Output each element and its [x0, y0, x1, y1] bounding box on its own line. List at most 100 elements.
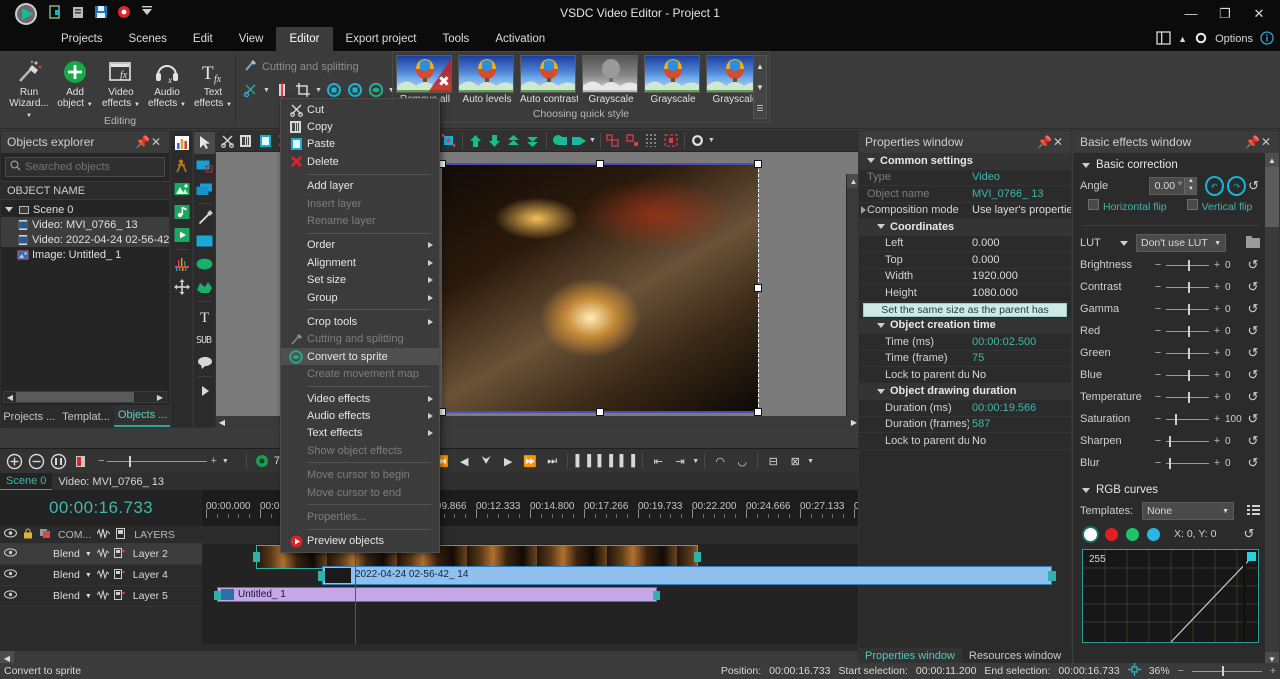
move-map-icon[interactable] [171, 276, 192, 298]
track-props-icon[interactable] [113, 547, 125, 561]
show-markers-icon[interactable] [643, 132, 661, 150]
cut-region-icon[interactable]: ⊟ [763, 451, 783, 471]
property-value[interactable]: Use layer's properties [969, 204, 1071, 216]
chevron-down-icon[interactable]: ▼ [134, 102, 140, 108]
track-row-0[interactable]: Blend ▼ Layer 2 [0, 544, 202, 565]
close-icon[interactable]: ✕ [1051, 135, 1065, 149]
timeline-zoom-slider[interactable]: − + ▼ [98, 455, 229, 467]
track-visibility-icon[interactable] [4, 569, 17, 581]
effect-slider-contrast[interactable]: Contrast − +0 ↺ [1074, 276, 1267, 298]
property-value[interactable]: Video [969, 171, 1071, 183]
copy-icon[interactable] [237, 132, 255, 150]
set-end-selection-icon[interactable]: ⇥ [670, 451, 690, 471]
slider-track[interactable] [1166, 391, 1209, 403]
settings-gear-icon[interactable] [689, 132, 707, 150]
chevron-down-icon[interactable]: ▼ [85, 572, 92, 579]
timeline-clip-1[interactable]: 2022-04-24 02-56-42_ 14 [318, 566, 1056, 585]
tree-node-3[interactable]: Image: Untitled_ 1 [1, 247, 169, 262]
slider-track[interactable] [1166, 303, 1209, 315]
dock-tab-1[interactable]: Templat... [58, 407, 115, 427]
scene-tab-1[interactable]: Video: MVI_0766_ 13 [52, 474, 170, 490]
slider-plus-icon[interactable]: + [1213, 413, 1221, 425]
track-visibility-icon[interactable] [4, 590, 17, 602]
collapse-ribbon-icon[interactable]: ▲ [1178, 34, 1187, 44]
track-audio-icon[interactable] [96, 567, 110, 582]
guides-icon[interactable] [624, 132, 642, 150]
effect-slider-brightness[interactable]: Brightness − +0 ↺ [1074, 254, 1267, 276]
properties-rows[interactable]: Common settings Type Video Object name MVI_0… [859, 153, 1071, 450]
scroll-thumb[interactable] [1265, 167, 1279, 227]
vertical-flip-checkbox[interactable]: Vertical flip [1186, 199, 1252, 213]
object-type-toolbar[interactable] [170, 130, 193, 428]
angle-stepper[interactable]: ▲ ▼ [1184, 178, 1197, 194]
quick-access-toolbar[interactable] [48, 5, 154, 19]
close-icon[interactable]: ✕ [149, 135, 163, 149]
slider-knob[interactable] [1175, 413, 1178, 425]
reset-slider-icon[interactable]: ↺ [1245, 367, 1261, 383]
slider-knob[interactable] [1187, 369, 1190, 381]
split-right-icon[interactable]: ▌▐ [617, 451, 637, 471]
reset-curve-icon[interactable]: ↺ [1241, 526, 1257, 542]
effects-scrollbar[interactable]: ▲ ▼ [1265, 153, 1279, 666]
resize-handle-tc[interactable] [596, 160, 604, 168]
quick-style-thumbnail[interactable] [644, 55, 700, 93]
channel-white-icon[interactable] [1084, 527, 1097, 541]
chevron-down-icon[interactable]: ▼ [85, 551, 92, 558]
dock-tabs[interactable]: Projects ... Templat... Objects ... [1, 405, 172, 427]
menu-item-edit[interactable]: Edit [180, 27, 226, 51]
properties-group-4[interactable]: Coordinates [859, 219, 1071, 236]
ribbon-button-run[interactable]: Run Wizard... ▼ [6, 53, 52, 119]
bring-front-icon[interactable] [467, 132, 485, 150]
ribbon-button-audio[interactable]: x Audio effects ▼ [144, 53, 190, 113]
crop-markers-icon[interactable] [662, 132, 680, 150]
context-menu[interactable]: Cut Copy Paste Delete Add layer Insert layer R… [280, 98, 440, 553]
objects-tree[interactable]: Scene 0 Video: MVI_0766_ 13 Video: 2022-04… [1, 200, 169, 264]
rotate-right-icon[interactable] [346, 81, 364, 99]
scroll-left-icon-preview[interactable]: ◀ [216, 416, 228, 428]
cut-split-icon[interactable] [242, 81, 260, 99]
slider-track[interactable] [1166, 435, 1209, 447]
zoom-out-icon[interactable] [26, 451, 46, 471]
slider-track[interactable] [1166, 325, 1209, 337]
effect-slider-gamma[interactable]: Gamma − +0 ↺ [1074, 298, 1267, 320]
slider-knob[interactable] [1187, 325, 1190, 337]
collapse-arrow-icon[interactable] [1082, 162, 1090, 168]
status-zoom-track[interactable] [1191, 665, 1262, 676]
context-menu-item-delete[interactable]: Delete [281, 153, 439, 170]
rotate-right-icon[interactable]: ↷ [1227, 176, 1247, 196]
fast-forward-icon[interactable]: ⏩ [520, 451, 540, 471]
menu-item-editor[interactable]: Editor [276, 27, 333, 51]
angle-input[interactable]: 0.00 ° ▲ ▼ [1148, 177, 1198, 195]
context-menu-item-alignment[interactable]: Alignment [281, 254, 439, 271]
properties-row-12[interactable]: Time (frame) 75 [859, 351, 1071, 367]
context-menu-item-group[interactable]: Group [281, 289, 439, 306]
scene-tab-0[interactable]: Scene 0 [0, 472, 53, 491]
properties-row-2[interactable]: Object name MVI_0766_ 13 [859, 186, 1071, 203]
reset-slider-icon[interactable]: ↺ [1245, 279, 1261, 295]
context-menu-item-copy[interactable]: Copy [281, 118, 439, 135]
quick-style-grayscale-3[interactable]: Grayscale [582, 55, 640, 105]
context-menu-item-cut[interactable]: Cut [281, 101, 439, 118]
reset-slider-icon[interactable]: ↺ [1245, 389, 1261, 405]
save-project-icon[interactable] [94, 5, 108, 19]
scroll-right-icon[interactable]: ▶ [154, 393, 166, 402]
send-back-icon[interactable] [486, 132, 504, 150]
dock-tab-2[interactable]: Objects ... [114, 405, 172, 427]
reset-slider-icon[interactable]: ↺ [1245, 323, 1261, 339]
window-controls[interactable]: — ❐ ✕ [1174, 0, 1276, 27]
step-back-icon[interactable]: ◀ [454, 451, 474, 471]
reset-angle-icon[interactable]: ↺ [1246, 178, 1261, 194]
split-middle-icon[interactable]: ▌▐ [595, 451, 615, 471]
effect-slider-blue[interactable]: Blue − +0 ↺ [1074, 364, 1267, 386]
submenu-arrow-icon[interactable] [428, 318, 433, 325]
track-blend-label[interactable]: Blend [53, 569, 80, 581]
checkbox-box[interactable] [1186, 199, 1198, 210]
slider-control[interactable]: − + [1154, 347, 1221, 359]
properties-group-10[interactable]: Object creation time [859, 317, 1071, 334]
context-menu-item-add-layer[interactable]: Add layer [281, 178, 439, 195]
slider-plus-icon[interactable]: + [1213, 259, 1221, 271]
chart-bars-icon[interactable] [171, 253, 192, 275]
property-value[interactable]: 1920.000 [969, 270, 1071, 282]
chevron-down-icon[interactable]: ▼ [1214, 240, 1221, 247]
chevron-down-icon[interactable]: ▼ [589, 137, 596, 144]
